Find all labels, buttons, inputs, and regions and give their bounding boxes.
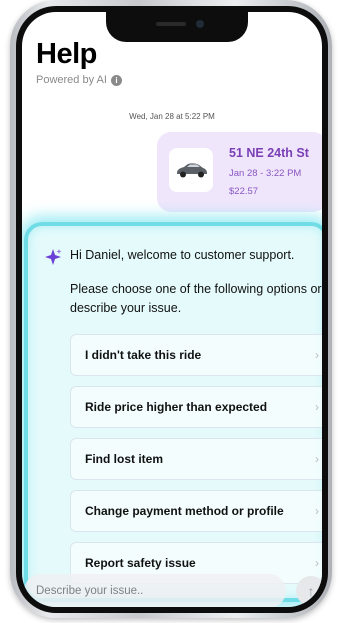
describe-issue-input[interactable] — [24, 574, 286, 607]
chevron-right-icon: › — [315, 504, 319, 518]
ride-price: $22.57 — [229, 186, 259, 197]
option-label: I didn't take this ride — [85, 348, 202, 362]
car-icon — [169, 148, 213, 192]
info-icon[interactable]: i — [110, 74, 122, 86]
chevron-right-icon: › — [315, 452, 319, 466]
support-panel: Hi Daniel, welcome to customer support. … — [24, 222, 322, 602]
option-label: Find lost item — [85, 452, 163, 466]
page-title: Help — [36, 38, 97, 70]
option-lost-item[interactable]: Find lost item › — [70, 438, 322, 480]
powered-by-label: Powered by AI i — [36, 74, 122, 86]
option-label: Report safety issue — [85, 556, 196, 570]
sparkle-icon — [44, 248, 62, 271]
ride-address: 51 NE 24th St — [229, 146, 309, 160]
ride-card[interactable]: 51 NE 24th St Jan 28 - 3:22 PM $22.57 — [157, 132, 322, 212]
option-change-payment[interactable]: Change payment method or profile › — [70, 490, 322, 532]
message-timestamp: Wed, Jan 28 at 5:22 PM — [129, 112, 215, 121]
powered-by-text: Powered by AI — [36, 74, 107, 86]
composer: ↑ — [24, 574, 322, 607]
phone-screen: Help Powered by AI i Wed, Jan 28 at 5:22… — [22, 12, 322, 607]
front-camera — [196, 20, 204, 28]
option-label: Change payment method or profile — [85, 504, 284, 518]
option-label: Ride price higher than expected — [85, 400, 268, 414]
instructions-message: Please choose one of the following optio… — [70, 282, 322, 315]
greeting-message: Hi Daniel, welcome to customer support. — [70, 248, 295, 262]
chevron-right-icon: › — [315, 348, 319, 362]
notch — [106, 12, 248, 42]
option-price-higher[interactable]: Ride price higher than expected › — [70, 386, 322, 428]
speaker-grille — [156, 22, 186, 26]
option-didnt-take-ride[interactable]: I didn't take this ride › — [70, 334, 322, 376]
chevron-right-icon: › — [315, 400, 319, 414]
send-arrow-icon[interactable]: ↑ — [296, 576, 322, 606]
chevron-right-icon: › — [315, 556, 319, 570]
ride-date: Jan 28 - 3:22 PM — [229, 168, 302, 179]
